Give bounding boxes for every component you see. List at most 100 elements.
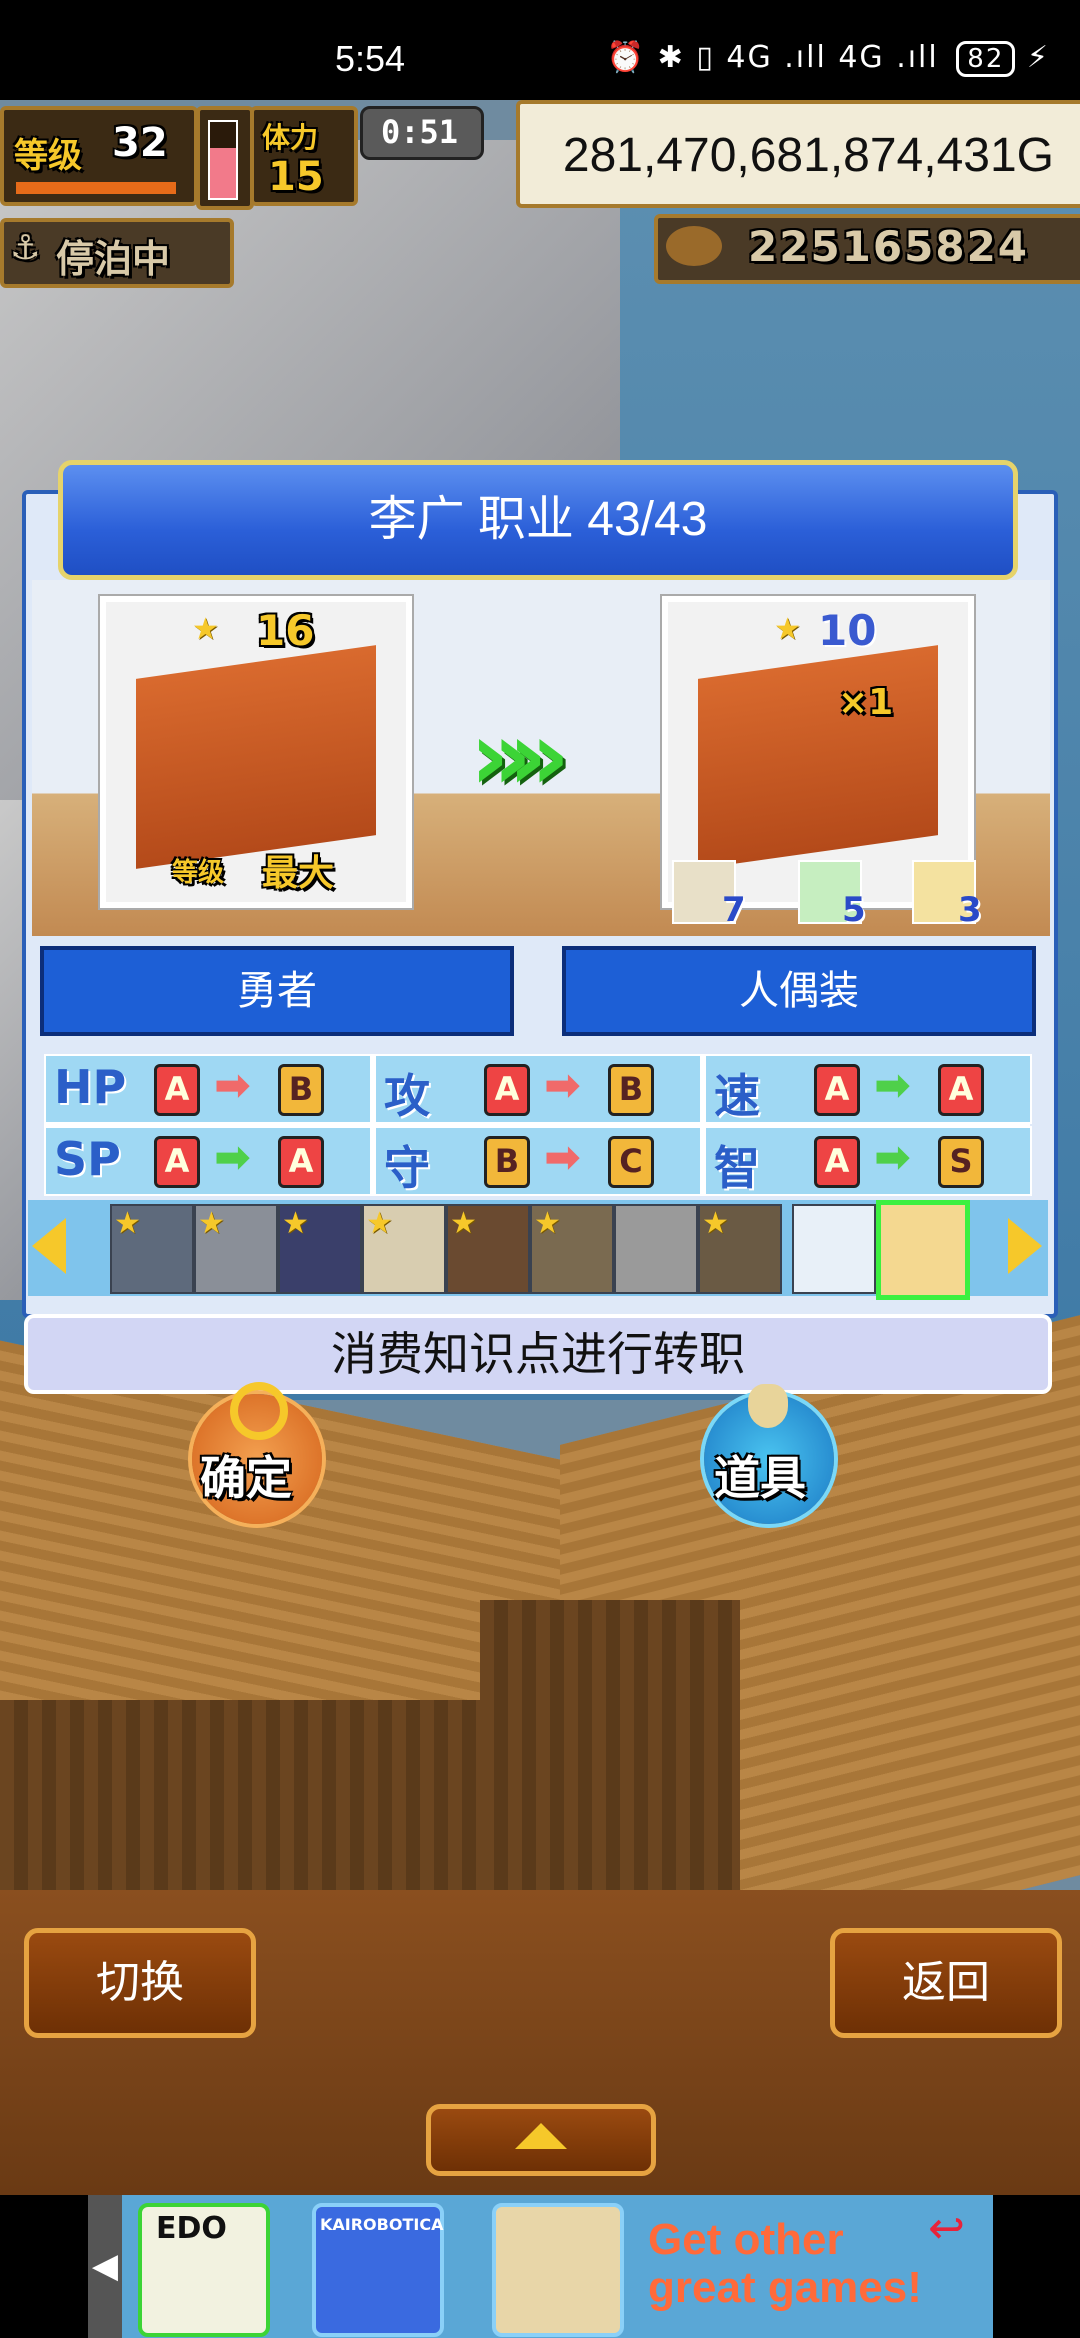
arrow-right-icon: ➡ bbox=[544, 1132, 581, 1183]
level-label: 等级 bbox=[14, 136, 82, 176]
arrow-icon: »» bbox=[470, 700, 570, 812]
return-arrow-icon: ↩ bbox=[928, 2203, 965, 2254]
status-icons: ⏰ ✱ ▯ 4G .ıll 4G .ıll 82 ⚡ bbox=[607, 40, 1050, 77]
arrow-right-icon: ➡ bbox=[874, 1060, 911, 1111]
item-count: 7 bbox=[722, 890, 746, 930]
job-portrait[interactable]: ★ bbox=[110, 1204, 194, 1294]
chevron-up-icon bbox=[515, 2123, 567, 2149]
grade-from: A bbox=[814, 1064, 860, 1116]
food-icon bbox=[666, 226, 722, 266]
scroll-left-icon[interactable] bbox=[32, 1218, 66, 1274]
grade-to: A bbox=[278, 1136, 324, 1188]
job-portrait[interactable]: ★ bbox=[530, 1204, 614, 1294]
stat-sp: SP A ➡ A bbox=[44, 1126, 372, 1196]
next-job-room bbox=[698, 645, 938, 869]
next-job-stars: 10 bbox=[818, 606, 877, 655]
grade-from: A bbox=[154, 1136, 200, 1188]
level-label: 等级 bbox=[172, 858, 225, 888]
food-panel: 225165824 bbox=[654, 214, 1080, 284]
clock: 5:54 bbox=[335, 38, 406, 79]
info-text: 消费知识点进行转职 bbox=[24, 1314, 1052, 1394]
job-portrait[interactable]: ★ bbox=[362, 1204, 446, 1294]
job-portrait[interactable]: ★ bbox=[278, 1204, 362, 1294]
stat-attack: 攻 A ➡ B bbox=[374, 1054, 702, 1124]
current-job-card[interactable]: ★ 16 等级 最大 bbox=[100, 596, 412, 908]
status-panel: ⚓ 停泊中 bbox=[0, 218, 234, 288]
stat-label: 速 bbox=[714, 1069, 760, 1123]
grade-from: A bbox=[484, 1064, 530, 1116]
stamina-label: 体力 bbox=[262, 121, 319, 154]
grade-to: C bbox=[608, 1136, 654, 1188]
grade-from: A bbox=[154, 1064, 200, 1116]
item-count: 5 bbox=[842, 890, 866, 930]
ad-game-third[interactable] bbox=[492, 2203, 624, 2337]
next-job-name: 人偶装 bbox=[562, 946, 1036, 1036]
gold-amount: 281,470,681,874,431G bbox=[562, 129, 1054, 182]
grade-from: A bbox=[814, 1136, 860, 1188]
stat-hp: HP A ➡ B bbox=[44, 1054, 372, 1124]
arrow-right-icon: ➡ bbox=[544, 1060, 581, 1111]
grade-from: B bbox=[484, 1136, 530, 1188]
stat-label: 守 bbox=[384, 1141, 430, 1195]
job-portrait[interactable] bbox=[614, 1204, 698, 1294]
timer-panel: 0:51 bbox=[360, 106, 484, 160]
job-portrait[interactable]: ★ bbox=[446, 1204, 530, 1294]
stat-label: HP bbox=[54, 1060, 127, 1114]
confirm-button[interactable]: 确定 bbox=[192, 1382, 322, 1524]
job-portrait[interactable]: ★ bbox=[194, 1204, 278, 1294]
stat-label: SP bbox=[54, 1132, 121, 1186]
stat-defense: 守 B ➡ C bbox=[374, 1126, 702, 1196]
current-job-room bbox=[136, 645, 376, 869]
exp-bar bbox=[16, 182, 176, 194]
ad-collapse-icon[interactable]: ◀ bbox=[88, 2195, 122, 2338]
grade-to: A bbox=[938, 1064, 984, 1116]
stats-grid: HP A ➡ B 攻 A ➡ B 速 A ➡ A SP A ➡ A 守 B ➡ … bbox=[44, 1054, 1032, 1196]
star-icon: ★ bbox=[192, 612, 219, 647]
back-button[interactable]: 返回 bbox=[830, 1928, 1062, 2038]
scroll-right-icon[interactable] bbox=[1008, 1218, 1042, 1274]
arrow-right-icon: ➡ bbox=[214, 1132, 251, 1183]
stat-speed: 速 A ➡ A bbox=[704, 1054, 1032, 1124]
level-max: 最大 bbox=[262, 853, 335, 894]
items-label: 道具 bbox=[714, 1451, 806, 1505]
level-value: 32 bbox=[112, 120, 168, 166]
level-panel: 等级 32 bbox=[0, 106, 198, 206]
stat-label: 智 bbox=[714, 1141, 760, 1195]
current-job-stars: 16 bbox=[256, 606, 315, 655]
arrow-right-icon: ➡ bbox=[874, 1132, 911, 1183]
dialog-title: 李广 职业 43/43 bbox=[58, 460, 1018, 580]
ad-game-kairobotica[interactable]: KAIROBOTICA bbox=[312, 2203, 444, 2337]
gold-panel: 281,470,681,874,431G bbox=[516, 100, 1080, 208]
circle-icon bbox=[230, 1382, 288, 1440]
stamina-fill bbox=[210, 148, 236, 198]
status-bar: 5:54 ⏰ ✱ ▯ 4G .ıll 4G .ıll 82 ⚡ bbox=[0, 0, 1080, 100]
stamina-gauge bbox=[196, 106, 254, 210]
stat-intelligence: 智 A ➡ S bbox=[704, 1126, 1032, 1196]
job-portrait[interactable] bbox=[792, 1204, 876, 1294]
bag-icon bbox=[748, 1384, 788, 1428]
status-label: 停泊中 bbox=[56, 237, 171, 281]
stamina-panel: 体力 15 bbox=[250, 106, 358, 206]
stat-label: 攻 bbox=[384, 1069, 430, 1123]
grade-to: S bbox=[938, 1136, 984, 1188]
timer: 0:51 bbox=[381, 113, 459, 151]
expand-button[interactable] bbox=[426, 2104, 656, 2176]
ad-game-edo[interactable]: EDO bbox=[138, 2203, 270, 2337]
food-amount: 225165824 bbox=[748, 222, 1030, 271]
battery-icon: 82 bbox=[956, 41, 1016, 77]
ad-game-title: EDO bbox=[156, 2211, 227, 2246]
job-portrait[interactable]: ★ bbox=[698, 1204, 782, 1294]
ad-tagline-2: great games! bbox=[648, 2263, 922, 2312]
switch-button[interactable]: 切换 bbox=[24, 1928, 256, 2038]
confirm-label: 确定 bbox=[200, 1451, 292, 1505]
system-icons: ⏰ ✱ ▯ 4G .ıll 4G .ıll bbox=[606, 40, 939, 75]
stamina-value: 15 bbox=[268, 154, 324, 200]
ad-game-title: KAIROBOTICA bbox=[320, 2215, 444, 2234]
item-count: 3 bbox=[958, 890, 982, 930]
charging-icon: ⚡ bbox=[1026, 40, 1050, 75]
ad-tagline-1: Get other bbox=[648, 2215, 844, 2264]
job-portrait-selected[interactable] bbox=[876, 1200, 970, 1300]
grade-to: B bbox=[278, 1064, 324, 1116]
ad-banner[interactable]: ◀ EDO KAIROBOTICA Get other great games!… bbox=[88, 2195, 993, 2338]
items-button[interactable]: 道具 bbox=[704, 1384, 834, 1524]
